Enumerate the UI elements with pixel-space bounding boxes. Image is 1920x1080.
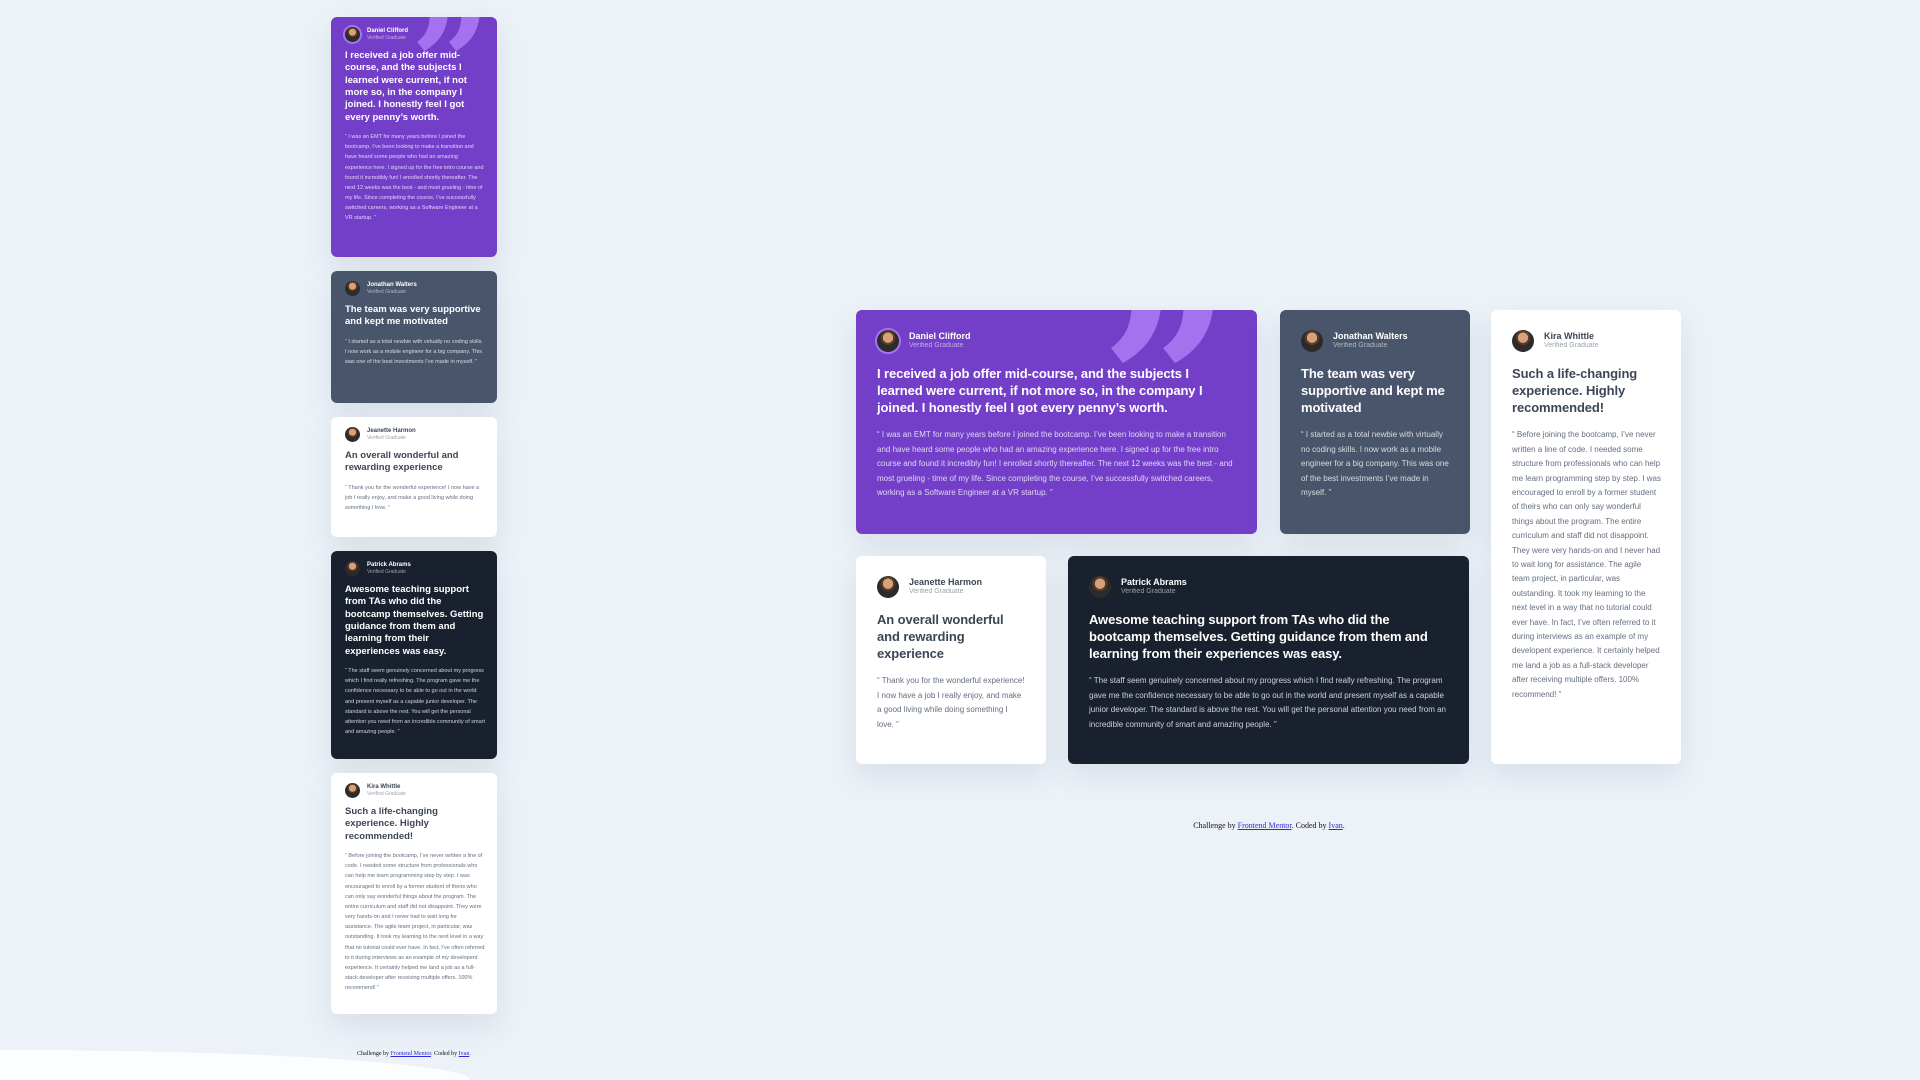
attribution-footer-mobile: Challenge by Frontend Mentor. Coded by I… — [331, 1051, 497, 1057]
author-name: Daniel Clifford — [367, 27, 409, 34]
avatar — [345, 561, 360, 576]
testimonial-card-jeanette: Jeanette Harmon Verified Graduate An ove… — [856, 556, 1046, 764]
author-name: Patrick Abrams — [367, 561, 411, 568]
testimonial-body: “ I started as a total newbie with virtu… — [345, 338, 483, 366]
attribution-footer: Challenge by Frontend Mentor. Coded by I… — [1069, 821, 1469, 830]
author-role: Verified Graduate — [909, 588, 964, 596]
testimonial-card-kira-mobile: Kira Whittle Verified Graduate Such a li… — [331, 773, 497, 1014]
card-header: Jeanette Harmon Verified Graduate — [877, 576, 1026, 598]
testimonial-card-kira: Kira Whittle Verified Graduate Such a li… — [1491, 310, 1681, 764]
author-name: Daniel Clifford — [909, 331, 971, 342]
avatar — [1512, 330, 1534, 352]
author-role: Verified Graduate — [1121, 588, 1176, 596]
testimonial-headline: Such a life-changing experience. Highly … — [345, 806, 438, 842]
card-header: Kira Whittle Verified Graduate — [1512, 330, 1661, 352]
author-role: Verified Graduate — [367, 35, 406, 42]
testimonial-card-patrick-mobile: Patrick Abrams Verified Graduate Awesome… — [331, 551, 497, 759]
author-role: Verified Graduate — [367, 289, 406, 296]
card-header: Jonathan Walters Verified Graduate — [1301, 330, 1450, 352]
author-role: Verified Graduate — [1333, 342, 1388, 350]
author-name: Jonathan Walters — [367, 281, 417, 288]
testimonial-body: “ I started as a total newbie with virtu… — [1301, 430, 1449, 498]
card-header: Patrick Abrams Verified Graduate — [1089, 576, 1449, 598]
avatar — [1301, 330, 1323, 352]
card-header: Daniel Clifford Verified Graduate — [345, 27, 485, 42]
author-name: Patrick Abrams — [1121, 577, 1187, 588]
avatar — [345, 27, 360, 42]
frontend-mentor-link[interactable]: Frontend Mentor — [390, 1051, 431, 1057]
card-header: Patrick Abrams Verified Graduate — [345, 561, 485, 576]
card-header: Kira Whittle Verified Graduate — [345, 783, 485, 798]
author-name: Jeanette Harmon — [909, 577, 983, 588]
author-name: Kira Whittle — [367, 783, 401, 790]
card-header: Jeanette Harmon Verified Graduate — [345, 427, 485, 442]
testimonial-card-jeanette-mobile: Jeanette Harmon Verified Graduate An ove… — [331, 417, 497, 537]
author-link[interactable]: Ivan — [459, 1051, 470, 1057]
card-header: Daniel Clifford Verified Graduate — [877, 330, 1237, 352]
testimonial-headline: An overall wonderful and rewarding exper… — [345, 450, 459, 474]
avatar — [1089, 576, 1111, 598]
testimonial-body: “ Thank you for the wonderful experience… — [345, 484, 480, 512]
testimonial-body: “ Before joining the bootcamp, I’ve neve… — [1512, 430, 1661, 699]
author-name: Jonathan Walters — [1333, 331, 1408, 342]
card-header: Jonathan Walters Verified Graduate — [345, 281, 485, 296]
testimonial-headline: An overall wonderful and rewarding exper… — [877, 612, 1004, 662]
testimonial-card-daniel: ” Daniel Clifford Verified Graduate I re… — [856, 310, 1257, 534]
testimonial-headline: The team was very supportive and kept me… — [1301, 366, 1445, 416]
testimonial-card-jonathan-mobile: Jonathan Walters Verified Graduate The t… — [331, 271, 497, 403]
testimonial-body: “ I was an EMT for many years before I j… — [877, 430, 1233, 498]
footer-prefix: Challenge by — [357, 1051, 391, 1057]
testimonial-headline: Awesome teaching support from TAs who di… — [345, 584, 484, 657]
testimonial-body: “ I was an EMT for many years before I j… — [345, 134, 484, 222]
testimonial-card-patrick: Patrick Abrams Verified Graduate Awesome… — [1068, 556, 1469, 764]
avatar — [877, 576, 899, 598]
testimonial-body: “ The staff seem genuinely concerned abo… — [345, 668, 486, 736]
testimonial-card-jonathan: Jonathan Walters Verified Graduate The t… — [1280, 310, 1470, 534]
author-role: Verified Graduate — [909, 342, 964, 350]
author-name: Jeanette Harmon — [367, 427, 416, 434]
author-role: Verified Graduate — [1544, 342, 1599, 350]
footer-suffix: . — [1342, 821, 1345, 830]
avatar — [345, 427, 360, 442]
testimonial-body: “ Thank you for the wonderful experience… — [877, 676, 1025, 729]
avatar — [345, 281, 360, 296]
avatar — [877, 330, 899, 352]
footer-middle: . Coded by — [1291, 821, 1329, 830]
footer-suffix: . — [469, 1051, 471, 1057]
author-role: Verified Graduate — [367, 435, 406, 442]
author-role: Verified Graduate — [367, 791, 406, 798]
testimonial-headline: Awesome teaching support from TAs who di… — [1089, 612, 1428, 662]
author-role: Verified Graduate — [367, 569, 406, 576]
testimonial-headline: The team was very supportive and kept me… — [345, 304, 481, 328]
avatar — [345, 783, 360, 798]
frontend-mentor-link[interactable]: Frontend Mentor — [1238, 821, 1292, 830]
testimonial-body: “ Before joining the bootcamp, I’ve neve… — [345, 853, 485, 992]
author-name: Kira Whittle — [1544, 331, 1595, 342]
footer-prefix: Challenge by — [1193, 821, 1238, 830]
testimonial-headline: I received a job offer mid-course, and t… — [877, 366, 1203, 416]
testimonial-card-daniel-mobile: ” Daniel Clifford Verified Graduate I re… — [331, 17, 497, 257]
footer-middle: . Coded by — [430, 1051, 459, 1057]
testimonial-headline: Such a life-changing experience. Highly … — [1512, 366, 1638, 416]
testimonial-headline: I received a job offer mid-course, and t… — [345, 50, 467, 123]
author-link[interactable]: Ivan — [1329, 821, 1343, 830]
testimonial-body: “ The staff seem genuinely concerned abo… — [1089, 676, 1446, 729]
